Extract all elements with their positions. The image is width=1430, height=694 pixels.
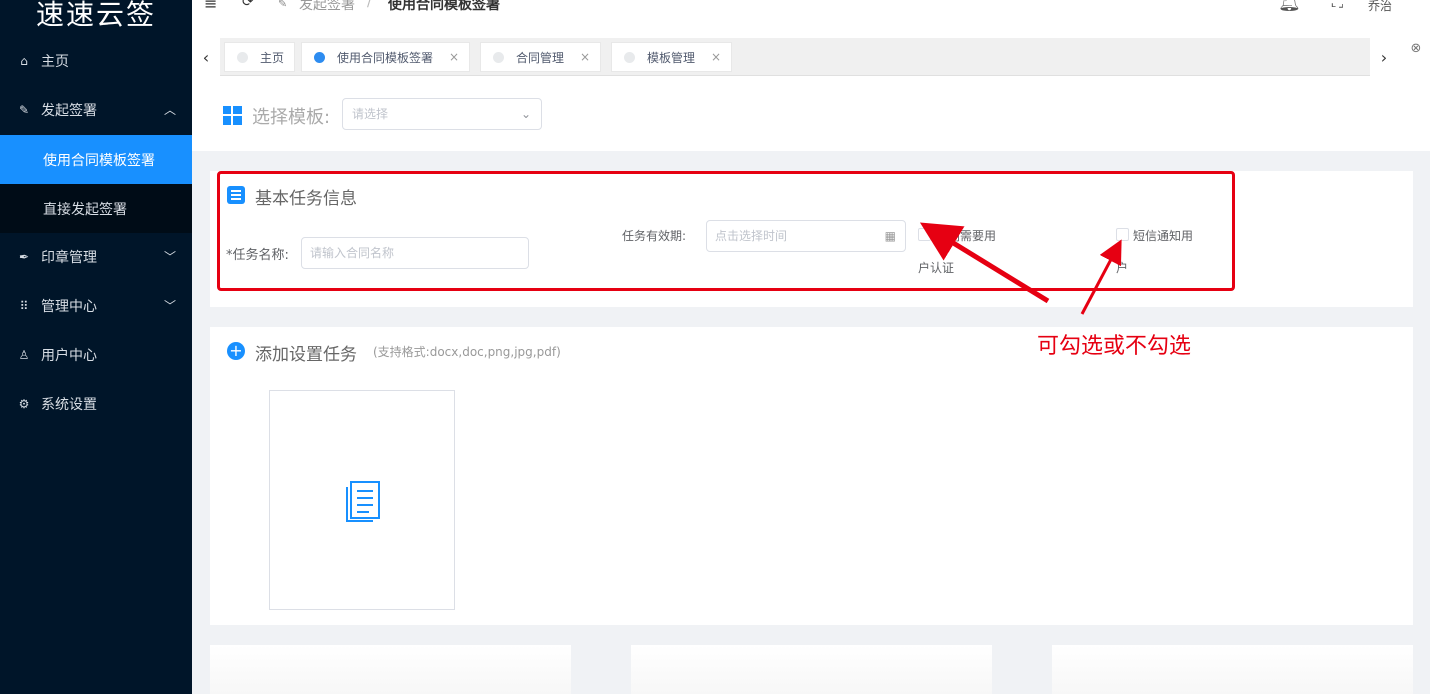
annotation-arrows <box>919 222 1122 315</box>
sidebar-item-system-settings[interactable]: ⚙ 系统设置 <box>0 379 192 428</box>
home-icon: ⌂ <box>20 53 28 68</box>
sidebar-item-home[interactable]: ⌂ 主页 <box>0 36 192 85</box>
sidebar-item-label: 主页 <box>41 53 69 70</box>
sidebar-item-direct-sign[interactable]: 直接发起签署 <box>0 184 192 233</box>
gear-icon: ⚙ <box>18 396 30 411</box>
chevron-down-icon: ﹀ <box>163 250 176 264</box>
annotation-arrow-right <box>1080 239 1122 315</box>
sidebar-item-admin-center[interactable]: ⠿ 管理中心 ﹀ <box>0 281 192 330</box>
user-icon: ♙ <box>18 347 30 362</box>
chevron-up-icon: ︿ <box>163 103 176 117</box>
sidebar-item-label: 直接发起签署 <box>43 201 127 218</box>
sidebar-item-user-center[interactable]: ♙ 用户中心 <box>0 330 192 379</box>
grid-icon: ⠿ <box>19 298 29 313</box>
app-logo: 速速云签 <box>35 0 156 31</box>
sidebar-item-label: 印章管理 <box>41 249 97 266</box>
pen-icon: ✒ <box>18 249 30 264</box>
sidebar: 速速云签 ⌂ 主页 ✎ 发起签署 ︿ 使用合同模板签署 直接发起签署 ✒ 印章管… <box>0 0 192 694</box>
annotation-text: 可勾选或不勾选 <box>1037 334 1192 359</box>
main-area: ≡ ⟳ ✎ 发起签署 / 使用合同模板签署 🔔︎ ⛶ 乔治 ‹ 主页 使用合同模… <box>192 0 1430 694</box>
sidebar-item-label: 使用合同模板签署 <box>43 152 155 169</box>
sidebar-item-label: 发起签署 <box>41 102 97 119</box>
sidebar-item-label: 用户中心 <box>41 347 97 364</box>
sidebar-item-seal-management[interactable]: ✒ 印章管理 ﹀ <box>0 232 192 281</box>
edit-icon: ✎ <box>18 102 30 117</box>
chevron-down-icon: ﹀ <box>163 299 176 313</box>
sidebar-item-initiate-sign[interactable]: ✎ 发起签署 ︿ <box>0 85 192 134</box>
sidebar-item-label: 管理中心 <box>41 298 97 315</box>
annotation-arrow-left <box>919 222 1050 304</box>
sidebar-item-label: 系统设置 <box>41 396 97 413</box>
sidebar-item-template-sign[interactable]: 使用合同模板签署 <box>0 135 192 184</box>
